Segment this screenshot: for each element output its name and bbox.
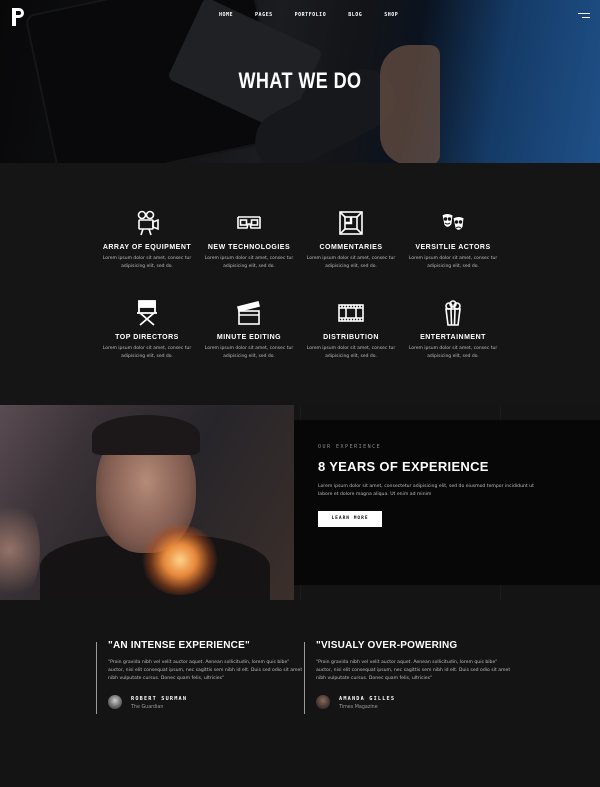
feature-text: Lorem ipsum dolor sit amet, consec tur a… — [102, 346, 192, 359]
feature-title: TOP DIRECTORS — [115, 334, 179, 341]
nav-item-home[interactable]: HOME — [219, 12, 233, 18]
nav-item-blog[interactable]: BLOG — [348, 12, 362, 18]
testimonial-title: "AN INTENSE EXPERIENCE" — [108, 640, 250, 651]
feature-text: Lorem ipsum dolor sit amet, consec tur a… — [102, 256, 192, 269]
hero-banner: HOME PAGES PORTFOLIO BLOG SHOP WHAT WE D… — [0, 0, 600, 163]
feature-title: ARRAY OF EQUIPMENT — [102, 244, 192, 251]
feature-title: MINUTE EDITING — [216, 334, 282, 341]
nav-item-portfolio[interactable]: PORTFOLIO — [295, 12, 327, 18]
clapperboard-icon — [199, 298, 299, 328]
feature-top-directors: TOP DIRECTORS Lorem ipsum dolor sit amet… — [97, 298, 197, 361]
film-camera-icon — [97, 208, 197, 238]
feature-array-of-equipment: ARRAY OF EQUIPMENT Lorem ipsum dolor sit… — [97, 208, 197, 271]
theater-masks-icon — [403, 208, 503, 238]
logo-bowl — [15, 8, 24, 18]
3d-glasses-icon — [199, 208, 299, 238]
main-nav: HOME PAGES PORTFOLIO BLOG SHOP — [219, 12, 420, 18]
learn-more-button[interactable]: LEARN MORE — [318, 511, 382, 527]
feature-distribution: DISTRIBUTION Lorem ipsum dolor sit amet,… — [301, 298, 401, 361]
experience-text: Lorem ipsum dolor sit amet, consectetur … — [318, 484, 534, 497]
testimonial-author: ROBERT SURMAN — [131, 696, 188, 702]
feature-text: Lorem ipsum dolor sit amet, consec tur a… — [306, 256, 396, 269]
quote-divider — [96, 642, 97, 714]
photo-hair-shape — [92, 415, 200, 455]
feature-title: VERSITLIE ACTORS — [415, 244, 491, 251]
avatar — [108, 695, 122, 709]
feature-title: ENTERTAINMENT — [420, 334, 486, 341]
feature-text: Lorem ipsum dolor sit amet, consec tur a… — [408, 256, 498, 269]
feature-minute-editing: MINUTE EDITING Lorem ipsum dolor sit ame… — [199, 298, 299, 361]
feature-entertainment: ENTERTAINMENT Lorem ipsum dolor sit amet… — [403, 298, 503, 361]
features-section: ARRAY OF EQUIPMENT Lorem ipsum dolor sit… — [0, 163, 600, 405]
site-logo[interactable] — [12, 8, 24, 26]
frame-icon — [301, 208, 401, 238]
photo-light-orb — [140, 525, 220, 595]
page-title: WHAT WE DO — [238, 68, 362, 93]
experience-eyebrow: OUR EXPERIENCE — [318, 444, 382, 450]
quote-divider — [304, 642, 305, 714]
feature-text: Lorem ipsum dolor sit amet, consec tur a… — [204, 256, 294, 269]
photo-light-flare — [0, 495, 40, 600]
experience-panel: OUR EXPERIENCE 8 YEARS OF EXPERIENCE Lor… — [294, 420, 600, 585]
feature-title: NEW TECHNOLOGIES — [207, 244, 291, 251]
feature-new-technologies: NEW TECHNOLOGIES Lorem ipsum dolor sit a… — [199, 208, 299, 271]
experience-title: 8 YEARS OF EXPERIENCE — [318, 459, 489, 474]
testimonial-title: "VISUALY OVER-POWERING — [316, 640, 458, 651]
testimonial-text: "Proin gravida nibh vel velit auctor aqu… — [316, 660, 511, 681]
hamburger-menu-icon[interactable] — [578, 13, 590, 19]
testimonial-text: "Proin gravida nibh vel velit auctor aqu… — [108, 660, 303, 681]
popcorn-icon — [403, 298, 503, 328]
director-chair-icon — [97, 298, 197, 328]
testimonial-publication: Times Magazine — [339, 705, 378, 710]
feature-text: Lorem ipsum dolor sit amet, consec tur a… — [204, 346, 294, 359]
feature-versitlie-actors: VERSITLIE ACTORS Lorem ipsum dolor sit a… — [403, 208, 503, 271]
avatar — [316, 695, 330, 709]
testimonial-publication: The Guardian — [131, 705, 164, 710]
testimonial-author: AMANDA GILLES — [339, 696, 396, 702]
experience-photo — [0, 405, 294, 600]
nav-item-shop[interactable]: SHOP — [384, 12, 398, 18]
feature-title: DISTRIBUTION — [323, 334, 379, 341]
feature-text: Lorem ipsum dolor sit amet, consec tur a… — [408, 346, 498, 359]
feature-title: COMMENTARIES — [319, 244, 383, 251]
feature-text: Lorem ipsum dolor sit amet, consec tur a… — [306, 346, 396, 359]
testimonials-section: "AN INTENSE EXPERIENCE" "Proin gravida n… — [0, 600, 600, 787]
feature-commentaries: COMMENTARIES Lorem ipsum dolor sit amet,… — [301, 208, 401, 271]
film-strip-icon — [301, 298, 401, 328]
nav-item-pages[interactable]: PAGES — [255, 12, 273, 18]
